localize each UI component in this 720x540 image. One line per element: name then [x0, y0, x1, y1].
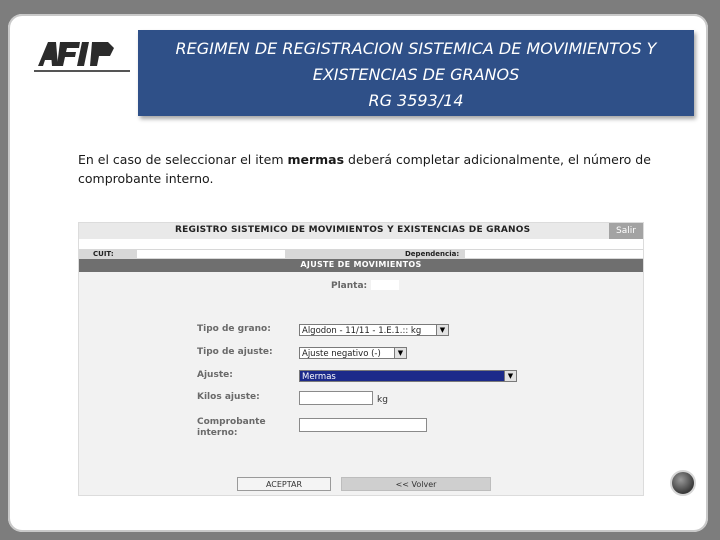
- cuit-value: [137, 250, 285, 258]
- planta-label: Planta:: [331, 281, 368, 291]
- tipo-ajuste-value: Ajuste negativo (-): [302, 349, 381, 359]
- ajuste-value: Mermas: [302, 372, 336, 382]
- dependencia-label: Dependencia:: [405, 250, 460, 258]
- tipo-grano-value: Algodon - 11/11 - 1.E.1.:: kg: [302, 326, 422, 336]
- tipo-ajuste-select[interactable]: Ajuste negativo (-) ▼: [299, 347, 407, 359]
- chevron-down-icon[interactable]: ▼: [504, 371, 516, 381]
- comprobante-input[interactable]: [299, 418, 427, 432]
- title-line-2: EXISTENCIAS DE GRANOS: [312, 65, 520, 84]
- header-tab: [283, 239, 395, 249]
- comprobante-label-1: Comprobante: [197, 417, 266, 427]
- ajuste-select[interactable]: Mermas ▼: [299, 370, 517, 382]
- kilos-label: Kilos ajuste:: [197, 392, 260, 402]
- afip-logo: [34, 42, 130, 72]
- comprobante-label-2: interno:: [197, 428, 238, 438]
- form-area: [79, 272, 643, 495]
- planta-value: [371, 280, 399, 290]
- section-title: AJUSTE DE MOVIMIENTOS: [300, 260, 422, 269]
- desc-part-1: En el caso de seleccionar el item: [78, 152, 288, 167]
- navigation-circle-icon[interactable]: [670, 470, 696, 496]
- volver-button[interactable]: << Volver: [341, 477, 491, 491]
- chevron-down-icon[interactable]: ▼: [394, 348, 406, 358]
- kilos-unit: kg: [377, 395, 388, 405]
- tipo-ajuste-label: Tipo de ajuste:: [197, 347, 273, 357]
- app-header-title: REGISTRO SISTEMICO DE MOVIMIENTOS Y EXIS…: [175, 225, 531, 235]
- cuit-label: CUIT:: [93, 250, 114, 258]
- description-text: En el caso de seleccionar el item mermas…: [78, 150, 678, 188]
- salir-button[interactable]: Salir: [609, 223, 643, 239]
- kilos-input[interactable]: [299, 391, 373, 405]
- app-screenshot: REGISTRO SISTEMICO DE MOVIMIENTOS Y EXIS…: [78, 222, 644, 496]
- dependencia-value: [465, 250, 643, 258]
- tipo-grano-select[interactable]: Algodon - 11/11 - 1.E.1.:: kg ▼: [299, 324, 449, 336]
- chevron-down-icon[interactable]: ▼: [436, 325, 448, 335]
- title-line-1: REGIMEN DE REGISTRACION SISTEMICA DE MOV…: [175, 39, 657, 58]
- desc-bold: mermas: [287, 152, 345, 167]
- tipo-grano-label: Tipo de grano:: [197, 324, 271, 334]
- slide-title: REGIMEN DE REGISTRACION SISTEMICA DE MOV…: [138, 30, 694, 116]
- title-line-3: RG 3593/14: [368, 91, 464, 110]
- aceptar-button[interactable]: ACEPTAR: [237, 477, 331, 491]
- ajuste-label: Ajuste:: [197, 370, 233, 380]
